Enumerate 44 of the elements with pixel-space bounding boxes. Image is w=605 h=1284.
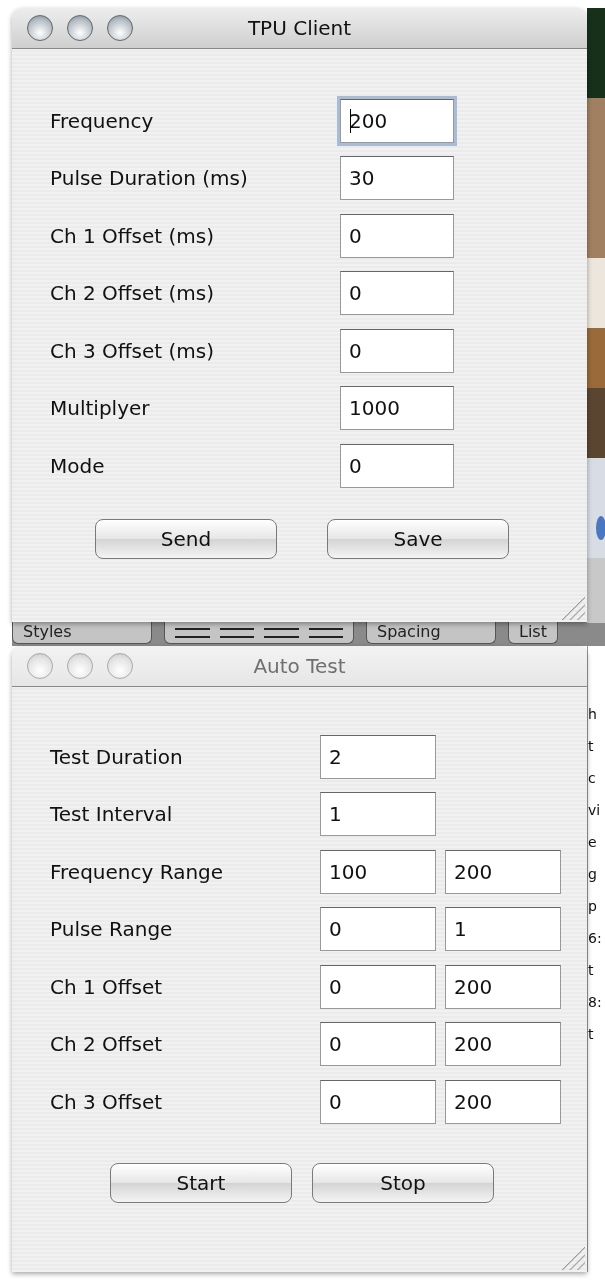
field-label: Ch 1 Offset (ms) bbox=[50, 223, 216, 248]
input-field[interactable]: 0 bbox=[340, 213, 454, 258]
input-field[interactable]: 0 bbox=[340, 443, 454, 488]
input-field[interactable]: 30 bbox=[340, 156, 454, 201]
window-title: TPU Client bbox=[247, 16, 352, 40]
background-text: p bbox=[588, 898, 598, 914]
field-label: Test Interval bbox=[50, 802, 174, 827]
field-label: Ch 2 Offset (ms) bbox=[50, 281, 216, 306]
list-dropdown[interactable]: List bbox=[508, 622, 558, 644]
field-label: Ch 1 Offset bbox=[50, 974, 164, 999]
background-text: vi bbox=[588, 802, 602, 818]
input-field[interactable]: 200 bbox=[340, 98, 454, 143]
background-text: t bbox=[588, 1026, 595, 1042]
field-label: Ch 3 Offset (ms) bbox=[50, 338, 216, 363]
background-text: t bbox=[588, 738, 595, 754]
field-label: Pulse Range bbox=[50, 917, 174, 942]
spacing-dropdown[interactable]: Spacing bbox=[366, 622, 496, 644]
push-button[interactable]: Save bbox=[327, 518, 509, 559]
field-label: Pulse Duration (ms) bbox=[50, 166, 249, 191]
window-control-icon[interactable] bbox=[67, 15, 93, 41]
background-text: e bbox=[588, 834, 598, 850]
background-text: 8: bbox=[588, 994, 603, 1010]
field-label: Ch 3 Offset bbox=[50, 1089, 164, 1114]
field-label: Ch 2 Offset bbox=[50, 1032, 164, 1057]
background-text: c bbox=[588, 770, 597, 786]
field-label: Frequency Range bbox=[50, 859, 225, 884]
alignment-buttons-icon[interactable] bbox=[164, 622, 354, 644]
styles-dropdown[interactable]: Styles bbox=[12, 622, 152, 644]
input-field[interactable]: 0 bbox=[340, 328, 454, 373]
window-control-icon[interactable] bbox=[27, 15, 53, 41]
background-text: h bbox=[588, 706, 598, 722]
field-label: Mode bbox=[50, 453, 106, 478]
field-label: Test Duration bbox=[50, 744, 184, 769]
background-text: g bbox=[588, 866, 598, 882]
background-text: 6: bbox=[588, 930, 603, 946]
input-field[interactable]: 0 bbox=[340, 271, 454, 316]
window-control-icon[interactable] bbox=[107, 15, 133, 41]
field-label: Frequency bbox=[50, 108, 155, 133]
background-text: t bbox=[588, 962, 595, 978]
input-field[interactable]: 1000 bbox=[340, 386, 454, 431]
field-label: Multiplyer bbox=[50, 396, 151, 421]
window-title: Auto Test bbox=[253, 654, 346, 678]
push-button[interactable]: Send bbox=[95, 518, 277, 559]
resize-grip-icon[interactable] bbox=[561, 596, 585, 620]
